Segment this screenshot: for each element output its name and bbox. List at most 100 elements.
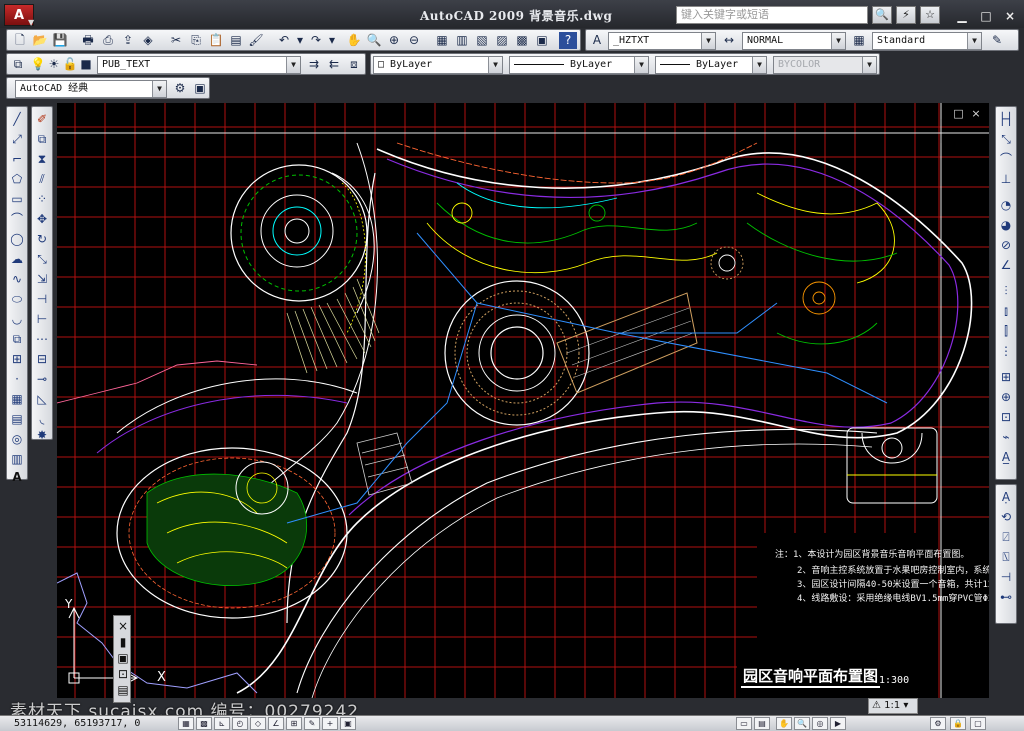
dynamic-ucs-icon[interactable]: ⊞: [286, 717, 302, 730]
table-style-dropdown[interactable]: Standard ▼: [872, 32, 982, 50]
continue-icon[interactable]: ⫿: [997, 323, 1015, 340]
sheet-set-icon[interactable]: ▨: [493, 32, 511, 49]
workspace-switching-icon[interactable]: ⚙: [930, 717, 946, 730]
break-at-point-icon[interactable]: ⋯: [33, 331, 51, 348]
dimension-text-edit-icon[interactable]: Ạ: [997, 489, 1015, 506]
origin-icon[interactable]: ⊡: [114, 666, 132, 683]
region-icon[interactable]: ◎: [8, 431, 26, 448]
plot-preview-icon[interactable]: ⎙: [99, 32, 117, 49]
copy-object-icon[interactable]: ⧉: [33, 131, 51, 148]
stretch-icon[interactable]: ⇲: [33, 271, 51, 288]
gradient-icon[interactable]: ▤: [8, 411, 26, 428]
view-icon[interactable]: ▣: [114, 650, 132, 667]
3d-dwf-icon[interactable]: ◈: [139, 32, 157, 49]
dimension-style-icon[interactable]: ⍁: [997, 529, 1015, 546]
table-icon[interactable]: ▥: [8, 451, 26, 468]
redo-dropdown-icon[interactable]: ▾: [323, 32, 341, 49]
zoom-previous-icon[interactable]: ⊖: [405, 32, 423, 49]
angular-icon[interactable]: ∠: [997, 257, 1015, 274]
lineweight-control-dropdown[interactable]: ByLayer ▼: [655, 56, 767, 74]
clean-screen-icon[interactable]: ▢: [970, 717, 986, 730]
break-dimension-icon[interactable]: ⊣: [997, 569, 1015, 586]
revision-cloud-icon[interactable]: ☁: [8, 251, 26, 268]
tolerance-icon[interactable]: ⊞: [997, 369, 1015, 386]
layer-manager-icon[interactable]: ⧉: [9, 56, 27, 73]
chevron-down-icon[interactable]: ▼: [286, 57, 300, 73]
markup-icon[interactable]: ▩: [513, 32, 531, 49]
join-icon[interactable]: ⊸: [33, 371, 51, 388]
calculator-icon[interactable]: ▣: [533, 32, 551, 49]
ellipse-arc-icon[interactable]: ◡: [8, 311, 26, 328]
pan-status-icon[interactable]: ✋: [776, 717, 792, 730]
design-center-icon[interactable]: ▥: [453, 32, 471, 49]
break-icon[interactable]: ⊟: [33, 351, 51, 368]
chamfer-icon[interactable]: ◺: [33, 391, 51, 408]
hatch-icon[interactable]: ▦: [8, 391, 26, 408]
array-icon[interactable]: ⁘: [33, 191, 51, 208]
linear-dimension-icon[interactable]: ├┤: [997, 111, 1015, 128]
cut-icon[interactable]: ✂: [167, 32, 185, 49]
inspection-icon[interactable]: ⊡: [997, 409, 1015, 426]
aligned-dimension-icon[interactable]: ⤡: [997, 131, 1015, 148]
save-icon[interactable]: 💾: [51, 32, 69, 49]
dimension-space-icon[interactable]: ⋮: [997, 343, 1015, 360]
properties-icon[interactable]: ▦: [433, 32, 451, 49]
linetype-control-dropdown[interactable]: ByLayer ▼: [509, 56, 649, 74]
chevron-down-icon[interactable]: ▼: [488, 57, 502, 73]
viewport-restore-button[interactable]: □: [952, 107, 966, 120]
zoom-realtime-icon[interactable]: 🔍: [365, 32, 383, 49]
layer-dropdown[interactable]: PUB_TEXT ▼: [97, 56, 301, 74]
insert-block-icon[interactable]: ⧉: [8, 331, 26, 348]
layer-states-icon[interactable]: ⧈: [345, 56, 363, 73]
multileader-style-icon[interactable]: ✎: [988, 32, 1006, 49]
steering-wheel-icon[interactable]: ◎: [812, 717, 828, 730]
zoom-status-icon[interactable]: 🔍: [794, 717, 810, 730]
jogged-linear-icon[interactable]: ⌁: [997, 429, 1015, 446]
line-icon[interactable]: ╱: [8, 111, 26, 128]
favorites-star-icon[interactable]: ☆: [920, 6, 940, 24]
grid-display-icon[interactable]: ▩: [196, 717, 212, 730]
drawing-canvas[interactable]: Y X □ × 注：1、本设计为园区背景音乐音响平面布置图。 2、音响主控系统放…: [57, 103, 989, 698]
spline-icon[interactable]: ∿: [8, 271, 26, 288]
close-button[interactable]: ×: [1000, 8, 1020, 24]
close-icon[interactable]: ×: [114, 618, 132, 635]
diameter-icon[interactable]: ⊘: [997, 237, 1015, 254]
minimize-button[interactable]: ▁: [952, 8, 972, 24]
restore-button[interactable]: □: [976, 8, 996, 24]
dimension-associate-icon[interactable]: ⊷: [997, 589, 1015, 606]
paste-block-icon[interactable]: ▤: [227, 32, 245, 49]
object-snap-icon[interactable]: ◇: [250, 717, 266, 730]
layout-icon[interactable]: ▤: [754, 717, 770, 730]
search-icon[interactable]: 🔍: [872, 6, 892, 24]
open-icon[interactable]: 📂: [31, 32, 49, 49]
polygon-icon[interactable]: ⬠: [8, 171, 26, 188]
dimension-update-icon[interactable]: ⟲: [997, 509, 1015, 526]
chevron-down-icon[interactable]: ▼: [701, 33, 715, 49]
color-control-dropdown[interactable]: □ ByLayer ▼: [373, 56, 503, 74]
publish-icon[interactable]: ⇪: [119, 32, 137, 49]
help-search-input[interactable]: 键入关键字或短语: [676, 6, 868, 24]
dim-style-dropdown[interactable]: NORMAL ▼: [742, 32, 846, 50]
polyline-icon[interactable]: ⌐: [8, 151, 26, 168]
paste-icon[interactable]: 📋: [207, 32, 225, 49]
center-mark-icon[interactable]: ⊕: [997, 389, 1015, 406]
match-properties-icon[interactable]: 🖌: [247, 32, 265, 49]
make-current-layer-icon[interactable]: ⇉: [305, 56, 323, 73]
make-block-icon[interactable]: ⊞: [8, 351, 26, 368]
model-space-icon[interactable]: ▭: [736, 717, 752, 730]
annotation-scale[interactable]: ⚠ 1:1 ▾: [868, 698, 918, 714]
offset-icon[interactable]: ⫽: [33, 171, 51, 188]
radius-icon[interactable]: ◔: [997, 197, 1015, 214]
text-style-icon[interactable]: A: [588, 32, 606, 49]
help-icon[interactable]: ?: [559, 32, 577, 49]
trim-icon[interactable]: ⊣: [33, 291, 51, 308]
lineweight-icon[interactable]: +: [322, 717, 338, 730]
chevron-down-icon[interactable]: ▼: [752, 57, 766, 73]
arc-icon[interactable]: ⌒: [8, 211, 26, 228]
ucs-icon-button[interactable]: ▮: [114, 634, 132, 651]
ordinate-icon[interactable]: ⊥: [997, 171, 1015, 188]
multiline-text-icon[interactable]: A: [8, 469, 26, 486]
circle-icon[interactable]: ◯: [8, 231, 26, 248]
chevron-down-icon[interactable]: ▼: [634, 57, 648, 73]
erase-icon[interactable]: ✐: [33, 111, 51, 128]
